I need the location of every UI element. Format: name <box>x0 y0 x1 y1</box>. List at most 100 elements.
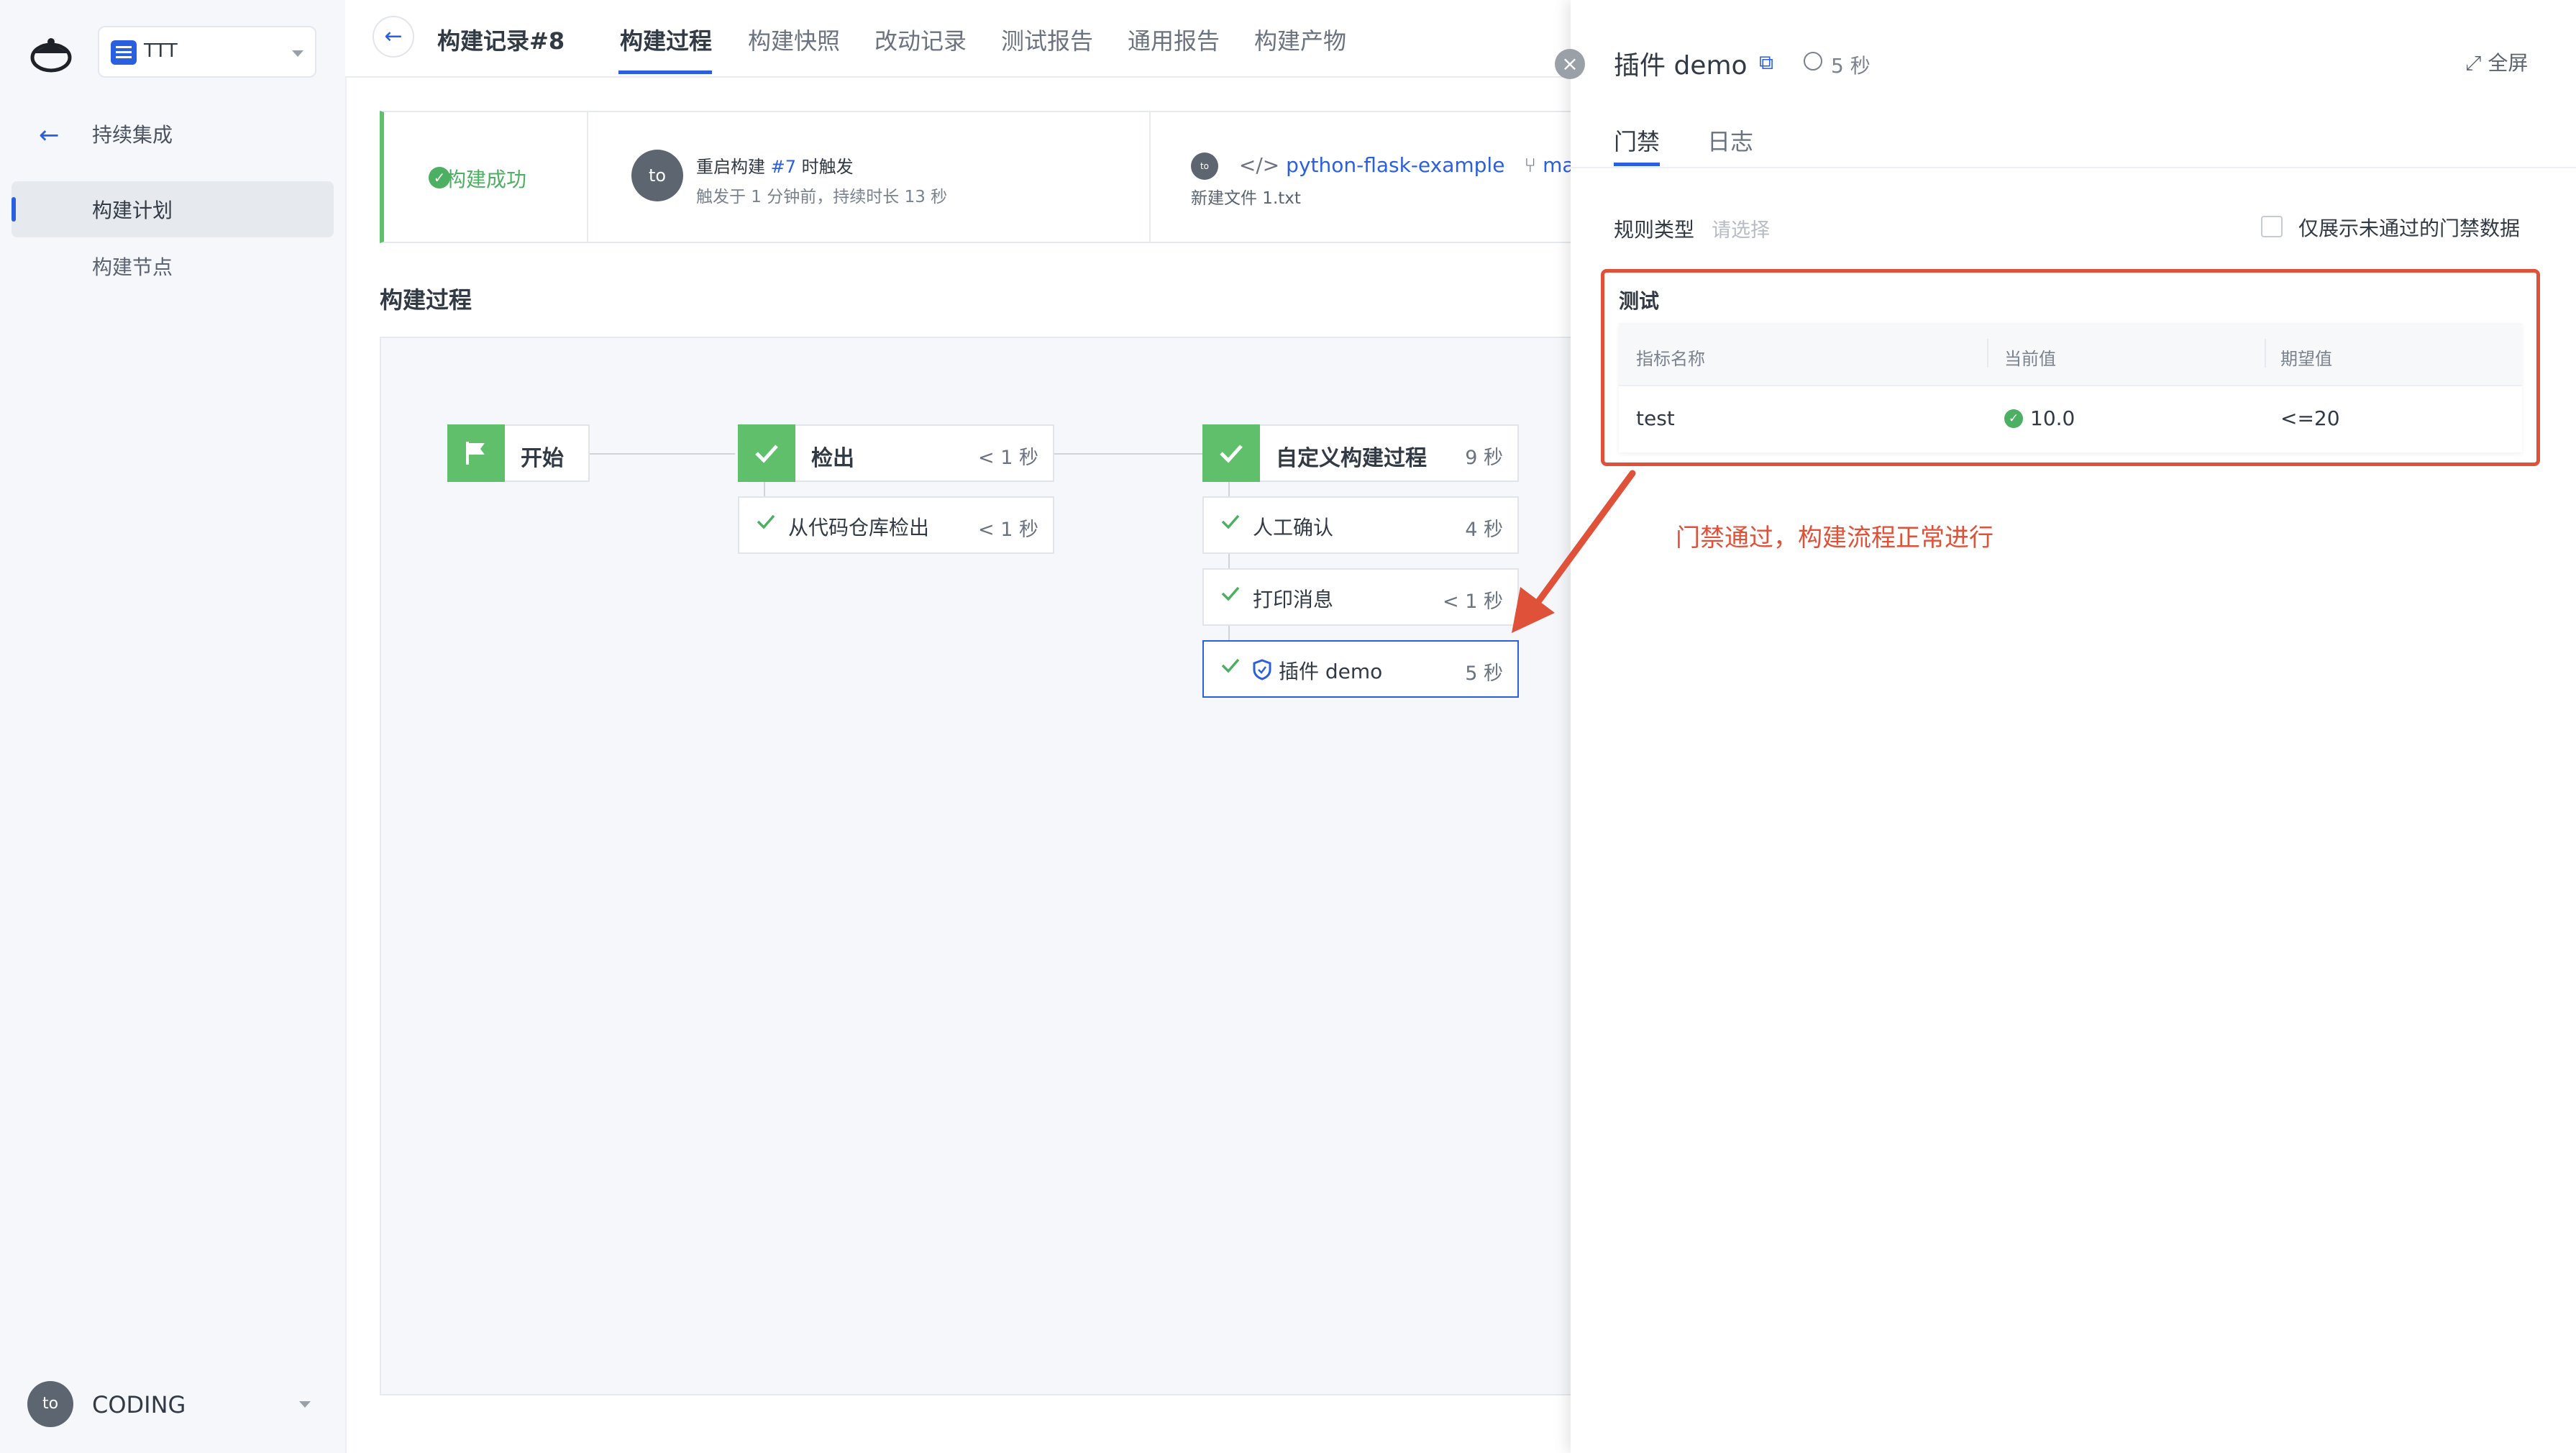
avatar: to <box>631 150 683 201</box>
divider <box>1571 167 2576 168</box>
back-button[interactable]: ← <box>373 16 414 58</box>
repo-link[interactable]: python-flask-example <box>1286 153 1504 177</box>
tab-log[interactable]: 日志 <box>1707 124 1753 157</box>
rule-type-label: 规则类型 <box>1614 218 1695 242</box>
build-status: 构建成功 <box>446 168 527 191</box>
divider <box>587 112 588 242</box>
sidebar-item-build-nodes[interactable]: 构建节点 <box>92 252 173 281</box>
sidebar-item-label: 构建计划 <box>92 199 173 222</box>
shield-icon <box>1253 659 1271 680</box>
drawer-title: 插件 demo <box>1614 51 1748 81</box>
divider <box>1987 339 1988 368</box>
section-title: 构建过程 <box>380 286 472 314</box>
annotation-text: 门禁通过，构建流程正常进行 <box>1676 524 1993 552</box>
check-icon <box>738 424 795 482</box>
step-print-message[interactable]: 打印消息 < 1 秒 <box>1202 568 1519 626</box>
avatar: to <box>27 1381 73 1427</box>
rule-type-select[interactable]: 请选择 <box>1712 214 1770 242</box>
tab-general-report[interactable]: 通用报告 <box>1128 23 1220 56</box>
tab-artifacts[interactable]: 构建产物 <box>1254 23 1346 56</box>
gate-table: 指标名称 当前值 期望值 test ✓ 10.0 <=20 <box>1619 323 2522 452</box>
drawer-duration: 5 秒 <box>1831 54 1871 78</box>
check-icon <box>1221 514 1240 529</box>
user-name: CODING <box>92 1391 186 1418</box>
column-header: 指标名称 <box>1636 349 1705 369</box>
metric-name: test <box>1636 406 1675 430</box>
step-duration: < 1 秒 <box>1443 591 1503 613</box>
stage-title: 自定义构建过程 <box>1276 446 1427 471</box>
sidebar: TTT ← 持续集成 构建计划 构建节点 to CODING <box>0 0 347 1453</box>
fullscreen-label: 全屏 <box>2488 51 2529 75</box>
trigger-info: 重启构建 #7 时触发 <box>696 152 854 178</box>
arrow-left-icon: ← <box>384 24 403 49</box>
step-connector <box>764 482 765 496</box>
arrow-left-icon: ← <box>39 121 60 150</box>
avatar: to <box>1191 152 1218 180</box>
check-icon <box>1202 424 1260 482</box>
record-header: ← 构建记录#8 构建过程 构建快照 改动记录 测试报告 通用报告 构建产物 <box>345 0 1568 78</box>
step-label: 打印消息 <box>1253 588 1334 611</box>
table-row: test ✓ 10.0 <=20 <box>1619 385 2522 452</box>
trigger-suffix: 时触发 <box>801 157 854 177</box>
current-value: 10.0 <box>2030 406 2075 430</box>
column-header: 当前值 <box>2004 349 2056 369</box>
build-summary: ✓ 构建成功 to 重启构建 #7 时触发 触发于 1 分钟前，持续时长 13 … <box>380 111 1614 243</box>
check-icon <box>1221 658 1240 673</box>
column-header: 期望值 <box>2280 349 2332 369</box>
tab-change-log[interactable]: 改动记录 <box>874 23 967 56</box>
pipeline-canvas: 开始 检出 < 1 秒 从代码仓库检出 < 1 秒 自定义构建过程 9 秒 人工… <box>380 337 1602 1395</box>
step-plugin-demo[interactable]: 插件 demo 5 秒 <box>1202 640 1519 698</box>
close-drawer-button[interactable]: × <box>1555 49 1585 79</box>
stage-checkout[interactable]: 检出 < 1 秒 <box>738 424 1054 482</box>
tab-build-process[interactable]: 构建过程 <box>620 23 712 56</box>
record-title: 构建记录#8 <box>437 27 565 55</box>
trigger-prefix: 重启构建 <box>696 157 765 177</box>
chevron-down-icon <box>299 1401 311 1408</box>
stage-custom-build[interactable]: 自定义构建过程 9 秒 <box>1202 424 1519 482</box>
check-icon <box>757 514 775 529</box>
step-checkout-repo[interactable]: 从代码仓库检出 < 1 秒 <box>738 496 1054 554</box>
divider <box>2265 339 2266 368</box>
only-failed-checkbox[interactable] <box>2261 216 2283 237</box>
sidebar-item-build-plan[interactable]: 构建计划 <box>12 181 334 237</box>
coding-logo-icon[interactable] <box>26 35 76 73</box>
step-label: 人工确认 <box>1253 516 1334 539</box>
user-menu[interactable]: to CODING <box>27 1381 322 1429</box>
expected-value: <=20 <box>2280 406 2340 430</box>
trigger-detail: 触发于 1 分钟前，持续时长 13 秒 <box>696 188 948 206</box>
stage-duration: < 1 秒 <box>978 447 1038 469</box>
chevron-down-icon <box>292 50 303 57</box>
step-label: 从代码仓库检出 <box>788 516 930 539</box>
step-duration: < 1 秒 <box>978 519 1038 541</box>
step-manual-confirm[interactable]: 人工确认 4 秒 <box>1202 496 1519 554</box>
pass-icon: ✓ <box>2004 409 2023 428</box>
active-indicator <box>12 197 16 222</box>
repo-info: to </> python-flask-example ⑂ master <box>1191 152 1614 180</box>
table-header: 指标名称 当前值 期望值 <box>1619 323 2522 386</box>
stage-connector <box>590 453 735 455</box>
step-duration: 5 秒 <box>1465 662 1503 685</box>
project-selector[interactable]: TTT <box>98 26 316 78</box>
flag-icon <box>447 424 505 482</box>
branch-icon: ⑂ <box>1524 153 1537 177</box>
stage-start[interactable]: 开始 <box>447 424 590 482</box>
only-failed-label: 仅展示未通过的门禁数据 <box>2298 217 2521 240</box>
divider <box>1149 112 1151 242</box>
trigger-ref-link[interactable]: #7 <box>771 157 796 177</box>
back-label: 持续集成 <box>92 123 173 147</box>
code-icon: </> <box>1238 153 1280 177</box>
active-tab-indicator <box>1614 163 1660 166</box>
expand-icon: ⤢ <box>2465 51 2482 75</box>
gate-group-title: 测试 <box>1619 289 1660 313</box>
project-name: TTT <box>144 40 178 62</box>
tab-build-snapshot[interactable]: 构建快照 <box>748 23 840 56</box>
external-link-icon[interactable]: ⧉ <box>1759 50 1773 75</box>
gate-group-card: 测试 指标名称 当前值 期望值 test ✓ 10.0 <=20 <box>1601 269 2540 466</box>
check-icon <box>1221 586 1240 601</box>
annotation-arrow-icon <box>1512 470 1636 633</box>
tab-gate[interactable]: 门禁 <box>1614 124 1660 157</box>
step-detail-drawer: 插件 demo ⧉ 5 秒 ⤢ 全屏 门禁 日志 规则类型 请选择 仅展示未通过… <box>1571 0 2576 1453</box>
stage-title: 检出 <box>811 446 854 471</box>
fullscreen-button[interactable]: ⤢ 全屏 <box>2465 47 2528 76</box>
tab-test-report[interactable]: 测试报告 <box>1001 23 1093 56</box>
